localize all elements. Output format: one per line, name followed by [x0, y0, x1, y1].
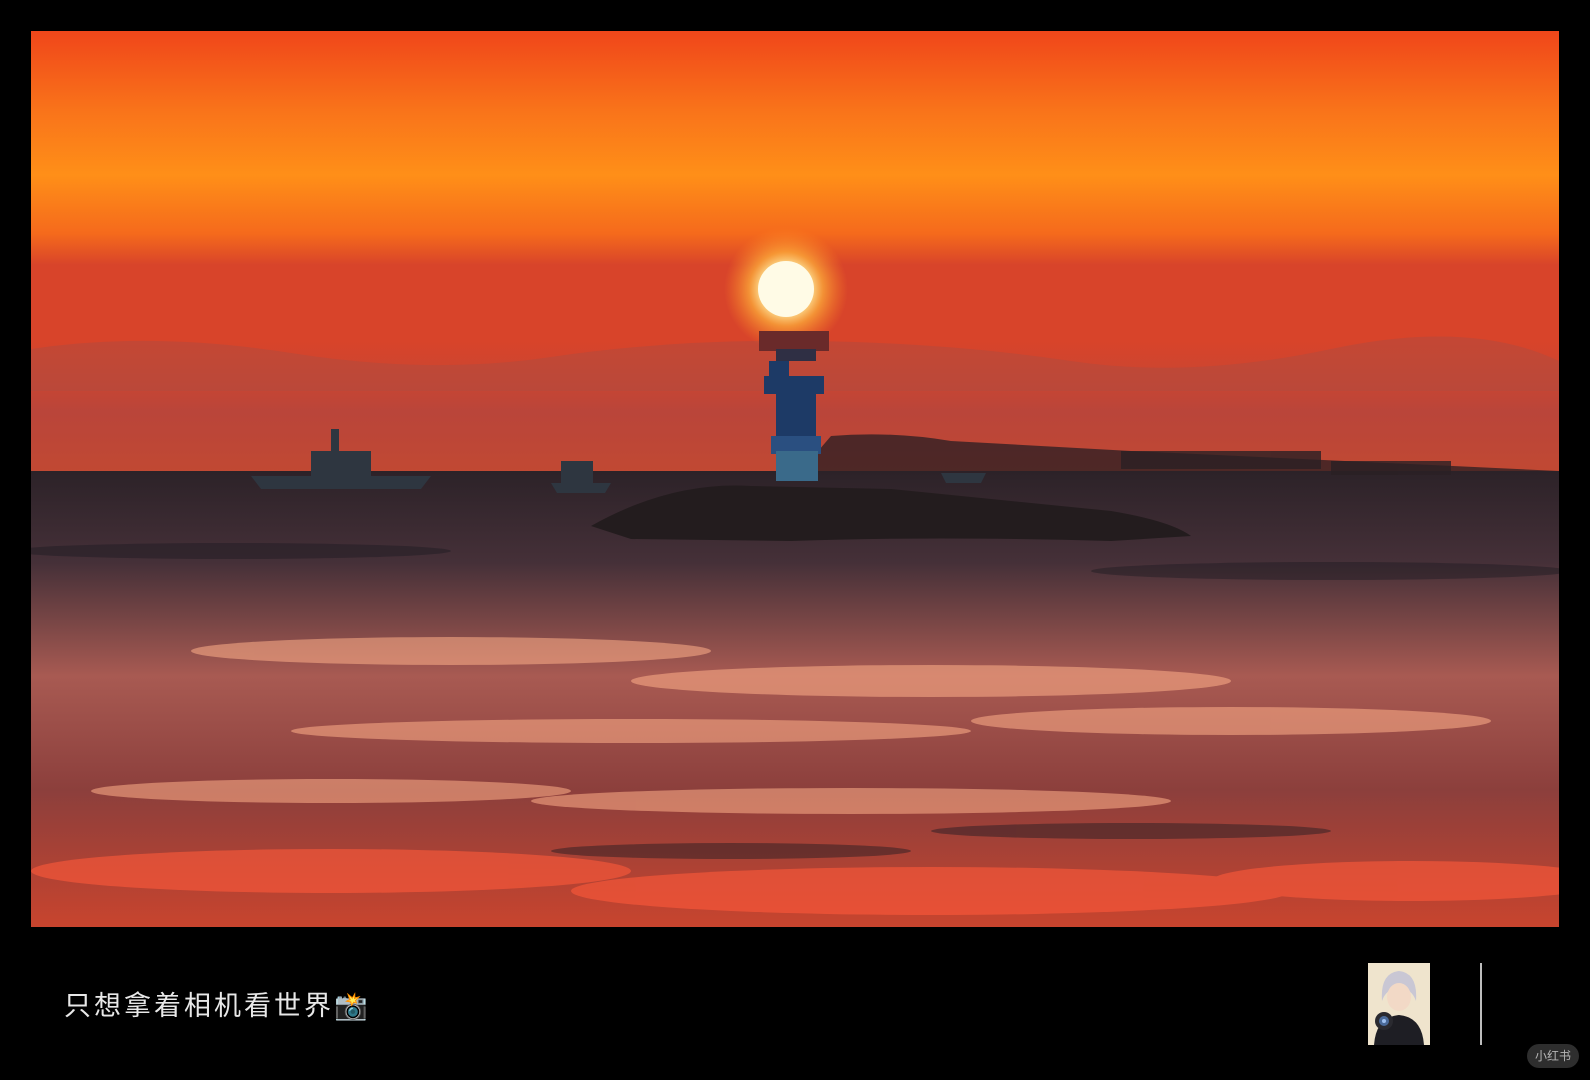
sunset-lighthouse-image: [31, 31, 1559, 927]
divider: [1480, 963, 1482, 1045]
sunset-photo: [31, 31, 1559, 927]
avatar-illustration: [1368, 963, 1430, 1045]
post-caption: 只想拿着相机看世界📸: [64, 991, 371, 1022]
watermark-badge: 小红书: [1527, 1044, 1579, 1068]
user-avatar-icon[interactable]: [1368, 963, 1430, 1045]
